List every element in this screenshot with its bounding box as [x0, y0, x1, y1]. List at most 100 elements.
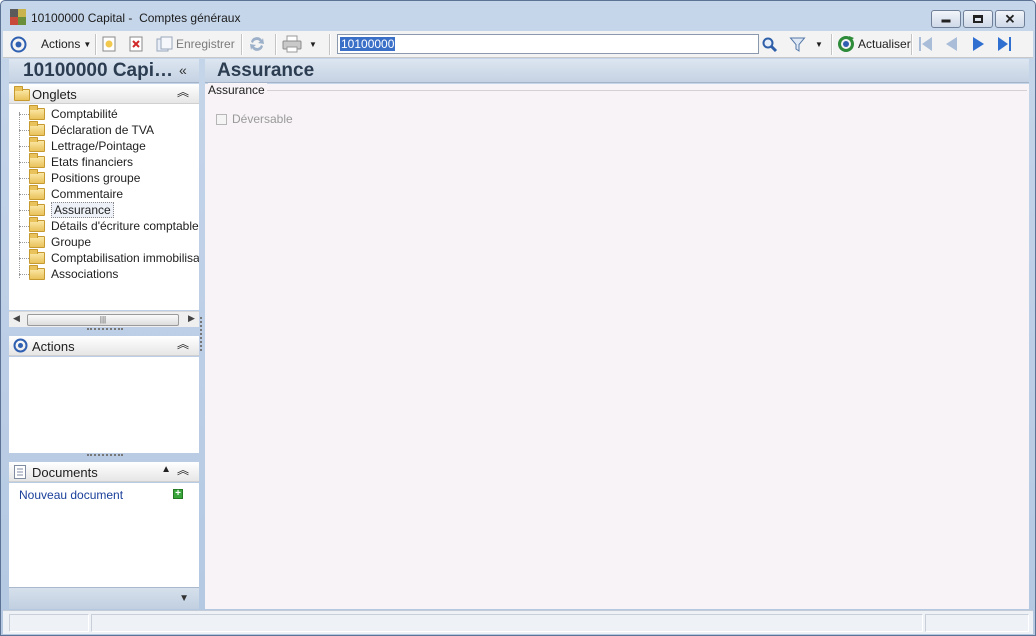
- last-record-icon: [998, 37, 1008, 51]
- printer-icon: [282, 35, 302, 53]
- collapse-section-icon[interactable]: ︽: [177, 464, 189, 476]
- tab-item[interactable]: Groupe: [19, 233, 92, 250]
- print-button[interactable]: [282, 34, 302, 54]
- tabs-section-header[interactable]: Onglets ︽: [9, 84, 199, 104]
- new-record-button[interactable]: [101, 34, 117, 54]
- filter-dropdown-button[interactable]: ▼: [815, 34, 823, 54]
- actions-section-header[interactable]: Actions ︽: [9, 336, 199, 356]
- save-button[interactable]: Enregistrer: [156, 34, 235, 54]
- chevron-down-icon: ▼: [815, 39, 823, 49]
- tab-item-label: Comptabilité: [51, 107, 118, 121]
- search-icon: [762, 37, 778, 52]
- tab-item-label: Associations: [51, 267, 119, 281]
- app-logo-icon: [10, 9, 26, 25]
- tab-item[interactable]: Lettrage/Pointage: [19, 137, 146, 154]
- status-cell: [9, 614, 89, 632]
- vertical-splitter[interactable]: [200, 317, 202, 351]
- close-button[interactable]: ✕: [995, 10, 1025, 28]
- save-icon: [156, 36, 173, 52]
- tab-item-label: Assurance: [51, 202, 114, 218]
- tab-item-label: Etats financiers: [51, 155, 134, 169]
- open-folder-icon: [29, 201, 45, 216]
- folder-icon: [29, 105, 45, 120]
- sync-icon: [250, 37, 264, 51]
- next-arrow-icon: [973, 37, 984, 51]
- close-icon: ✕: [1004, 11, 1016, 27]
- tab-item[interactable]: Déclaration de TVA: [19, 121, 154, 138]
- refresh-icon: [838, 36, 854, 52]
- restore-button[interactable]: [963, 10, 993, 28]
- minimize-icon: [941, 19, 951, 23]
- splitter-handle[interactable]: [87, 328, 123, 331]
- window-title: 10100000 Capital - Comptes généraux: [31, 11, 241, 25]
- tab-item-label: Comptabilisation immobilisations: [51, 251, 199, 265]
- refresh-button[interactable]: Actualiser: [837, 34, 911, 54]
- deversable-field[interactable]: Déversable: [216, 112, 293, 126]
- chevron-down-icon[interactable]: ▼: [179, 593, 189, 604]
- scroll-left-icon[interactable]: ◀: [13, 313, 20, 324]
- scrollbar-thumb[interactable]: |||: [27, 314, 179, 326]
- next-record-button[interactable]: [969, 36, 987, 53]
- first-record-icon: [919, 37, 921, 51]
- filter-button[interactable]: [789, 34, 806, 54]
- deversable-label: Déversable: [232, 112, 293, 126]
- target-icon: [13, 338, 28, 353]
- search-input[interactable]: 10100000: [337, 34, 759, 54]
- tabs-tree: Comptabilité Déclaration de TVA Lettrage/P…: [9, 104, 199, 310]
- documents-section-header[interactable]: Documents ▲ ︽: [9, 462, 199, 482]
- tab-item-label: Groupe: [51, 235, 92, 249]
- search-button[interactable]: [761, 34, 778, 54]
- first-record-button[interactable]: [917, 36, 935, 53]
- splitter-handle[interactable]: [87, 454, 123, 457]
- restore-icon: [973, 15, 983, 23]
- tab-item[interactable]: Comptabilité: [19, 105, 118, 122]
- tab-item[interactable]: Associations: [19, 265, 119, 282]
- toolbar: Actions ▼ Enregistrer ▼ 10100000 ▼ Actua…: [3, 31, 1033, 58]
- previous-record-button[interactable]: [943, 36, 961, 53]
- target-icon[interactable]: [10, 34, 27, 54]
- status-bar: [3, 610, 1033, 634]
- folder-icon: [29, 121, 45, 136]
- status-cell: [925, 614, 1029, 632]
- tab-item-label: Lettrage/Pointage: [51, 139, 146, 153]
- collapse-left-panel-button[interactable]: «: [179, 62, 187, 78]
- actions-menu-button[interactable]: Actions ▼: [41, 34, 91, 54]
- new-document-link[interactable]: Nouveau document: [19, 488, 123, 502]
- collapse-section-icon[interactable]: ︽: [177, 338, 189, 350]
- folder-icon: [29, 233, 45, 248]
- left-panel-header: 10100000 Capi… «: [9, 59, 199, 83]
- status-cell: [91, 614, 923, 632]
- minimize-button[interactable]: [931, 10, 961, 28]
- search-input-value: 10100000: [340, 37, 396, 51]
- tabs-horizontal-scrollbar[interactable]: ◀ ||| ▶: [9, 311, 199, 327]
- folder-icon: [29, 153, 45, 168]
- add-document-icon[interactable]: +: [173, 489, 183, 499]
- page-title: Assurance: [217, 60, 315, 81]
- folder-icon: [29, 249, 45, 264]
- actions-menu-label: Actions: [41, 37, 81, 51]
- tab-item[interactable]: Commentaire: [19, 185, 124, 202]
- chevron-down-icon: ▼: [83, 39, 92, 49]
- tab-item[interactable]: Assurance: [19, 201, 114, 218]
- tab-item-label: Commentaire: [51, 187, 124, 201]
- tab-item[interactable]: Détails d'écriture comptable: [19, 217, 199, 234]
- last-record-button[interactable]: [995, 36, 1015, 53]
- chevron-up-icon[interactable]: ▲: [161, 464, 171, 475]
- document-icon: [14, 465, 26, 479]
- print-dropdown-button[interactable]: ▼: [309, 34, 317, 54]
- actions-section-label: Actions: [32, 339, 75, 354]
- main-header: Assurance: [205, 59, 1029, 83]
- tab-item[interactable]: Comptabilisation immobilisations: [19, 249, 199, 266]
- tab-item[interactable]: Positions groupe: [19, 169, 140, 186]
- collapse-section-icon[interactable]: ︽: [177, 86, 189, 98]
- application-window: 10100000 Capital - Comptes généraux ✕ Ac…: [0, 0, 1036, 636]
- delete-record-button[interactable]: [128, 34, 144, 54]
- folder-icon: [29, 137, 45, 152]
- sync-button[interactable]: [248, 34, 266, 54]
- scroll-right-icon[interactable]: ▶: [188, 313, 195, 324]
- group-label: Assurance: [208, 83, 267, 97]
- actions-panel: [9, 357, 199, 453]
- deversable-checkbox[interactable]: [216, 113, 227, 125]
- left-panel-footer: ▼: [9, 587, 199, 609]
- tab-item[interactable]: Etats financiers: [19, 153, 134, 170]
